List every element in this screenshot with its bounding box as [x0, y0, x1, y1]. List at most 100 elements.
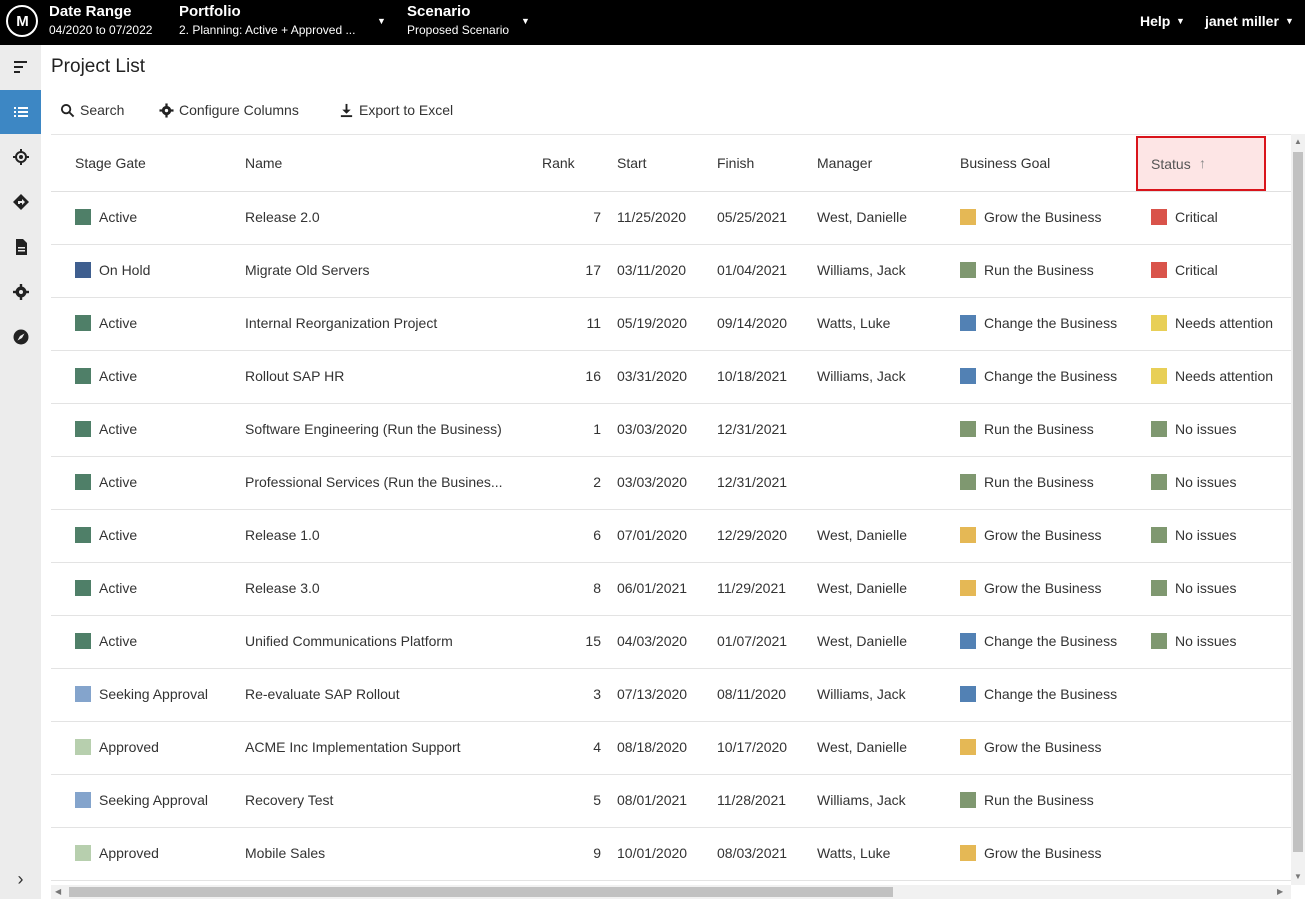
scroll-down-icon[interactable]: ▼ — [1294, 872, 1302, 881]
target-icon[interactable] — [0, 135, 41, 179]
roadmap-icon[interactable] — [0, 180, 41, 224]
table-row[interactable]: Active Release 1.0 6 07/01/2020 12/29/2020 We… — [51, 510, 1291, 563]
business-goal-swatch — [960, 315, 976, 331]
table-row[interactable]: Approved ACME Inc Implementation Support 4… — [51, 722, 1291, 775]
column-header-start[interactable]: Start — [617, 155, 647, 171]
finish-cell: 11/29/2021 — [717, 580, 787, 596]
column-header-business-goal[interactable]: Business Goal — [960, 155, 1050, 171]
column-header-finish[interactable]: Finish — [717, 155, 754, 171]
manager-cell: West, Danielle — [817, 527, 908, 543]
table-row[interactable]: Seeking Approval Recovery Test 5 08/01/2021… — [51, 775, 1291, 828]
help-chevron-down-icon[interactable]: ▼ — [1176, 16, 1185, 26]
compass-icon[interactable] — [0, 315, 41, 359]
table-row[interactable]: Active Rollout SAP HR 16 03/31/2020 10/18/20… — [51, 351, 1291, 404]
name-cell: Internal Reorganization Project — [245, 315, 438, 331]
business-goal-swatch — [960, 421, 976, 437]
horizontal-scrollbar-thumb[interactable] — [69, 887, 893, 897]
scenario-selector[interactable]: Scenario Proposed Scenario — [407, 3, 509, 39]
stage-gate-cell: Seeking Approval — [99, 792, 208, 808]
scroll-left-icon[interactable]: ◀ — [55, 887, 61, 896]
business-goal-cell: Grow the Business — [984, 527, 1102, 543]
status-cell: No issues — [1175, 474, 1237, 490]
status-swatch — [1151, 315, 1167, 331]
business-goal-cell: Run the Business — [984, 792, 1094, 808]
menu-collapse-icon[interactable] — [0, 45, 41, 89]
portfolio-chevron-down-icon[interactable]: ▼ — [377, 16, 386, 26]
status-swatch — [1151, 262, 1167, 278]
name-cell: Software Engineering (Run the Business) — [245, 421, 502, 437]
export-to-excel-button[interactable]: Export to Excel — [339, 102, 453, 118]
search-button[interactable]: Search — [60, 102, 124, 118]
manager-cell: Williams, Jack — [817, 368, 906, 384]
vertical-scrollbar[interactable]: ▲ ▼ — [1291, 134, 1305, 885]
scroll-right-icon[interactable]: ▶ — [1277, 887, 1283, 896]
name-cell: Release 3.0 — [245, 580, 320, 596]
column-header-name[interactable]: Name — [245, 155, 282, 171]
finish-cell: 12/29/2020 — [717, 527, 788, 543]
status-swatch — [1151, 368, 1167, 384]
finish-cell: 10/17/2020 — [717, 739, 788, 755]
name-cell: Mobile Sales — [245, 845, 326, 861]
table-row[interactable]: Approved Mobile Sales 9 10/01/2020 08/03/202… — [51, 828, 1291, 881]
business-goal-cell: Run the Business — [984, 262, 1094, 278]
status-cell: No issues — [1175, 527, 1237, 543]
expand-sidebar-icon[interactable]: › — [0, 857, 41, 901]
table-row[interactable]: Active Professional Services (Run the Bus… — [51, 457, 1291, 510]
finish-cell: 08/03/2021 — [717, 845, 788, 861]
stage-gate-swatch — [75, 580, 91, 596]
manager-cell: West, Danielle — [817, 633, 908, 649]
configure-columns-button[interactable]: Configure Columns — [159, 102, 299, 118]
app-logo[interactable]: M — [6, 5, 38, 37]
scroll-up-icon[interactable]: ▲ — [1294, 137, 1302, 146]
date-range-value: 04/2020 to 07/2022 — [49, 23, 153, 37]
table-row[interactable]: Active Software Engineering (Run the Busi… — [51, 404, 1291, 457]
column-header-rank[interactable]: Rank — [542, 155, 575, 171]
status-cell: No issues — [1175, 633, 1237, 649]
stage-gate-cell: On Hold — [99, 262, 151, 278]
user-menu[interactable]: janet miller — [1205, 13, 1279, 29]
stage-gate-swatch — [75, 474, 91, 490]
table-row[interactable]: Active Release 3.0 8 06/01/2021 11/29/2021 We… — [51, 563, 1291, 616]
name-cell: Professional Services (Run the Busines..… — [245, 474, 503, 490]
list-icon[interactable] — [0, 90, 41, 134]
start-cell: 04/03/2020 — [617, 633, 688, 649]
business-goal-cell: Change the Business — [984, 315, 1118, 331]
top-bar: M Date Range 04/2020 to 07/2022 Portfoli… — [0, 0, 1305, 45]
portfolio-selector[interactable]: Portfolio 2. Planning: Active + Approved… — [179, 3, 371, 39]
vertical-scrollbar-thumb[interactable] — [1293, 152, 1303, 852]
date-range-title: Date Range — [49, 3, 132, 20]
rank-cell: 7 — [593, 209, 601, 225]
user-chevron-down-icon[interactable]: ▼ — [1285, 16, 1294, 26]
gear-icon — [159, 102, 174, 118]
stage-gate-cell: Active — [99, 580, 138, 596]
stage-gate-swatch — [75, 315, 91, 331]
status-cell: No issues — [1175, 580, 1237, 596]
table-row[interactable]: Active Unified Communications Platform 15 0… — [51, 616, 1291, 669]
stage-gate-swatch — [75, 792, 91, 808]
table-row[interactable]: Active Release 2.0 7 11/25/2020 05/25/2021 We… — [51, 192, 1291, 245]
finish-cell: 12/31/2021 — [717, 474, 788, 490]
stage-gate-swatch — [75, 421, 91, 437]
name-cell: Recovery Test — [245, 792, 334, 808]
status-cell: Needs attention — [1175, 368, 1274, 384]
table-row[interactable]: Seeking Approval Re-evaluate SAP Rollout 3… — [51, 669, 1291, 722]
column-header-manager[interactable]: Manager — [817, 155, 872, 171]
column-header-status-label: Status — [1151, 156, 1191, 172]
horizontal-scrollbar[interactable]: ◀ ▶ — [51, 885, 1291, 899]
date-range-selector[interactable]: Date Range 04/2020 to 07/2022 — [49, 3, 152, 39]
business-goal-swatch — [960, 474, 976, 490]
table-row[interactable]: Active Internal Reorganization Project 11 0… — [51, 298, 1291, 351]
project-grid: Stage Gate Name Rank Start Finish Manage… — [51, 134, 1291, 885]
gear-icon[interactable] — [0, 270, 41, 314]
column-header-status[interactable]: Status ↑ — [1136, 136, 1266, 191]
help-menu[interactable]: Help — [1140, 13, 1170, 29]
column-header-stage-gate[interactable]: Stage Gate — [75, 155, 146, 171]
status-swatch — [1151, 580, 1167, 596]
scenario-chevron-down-icon[interactable]: ▼ — [521, 16, 530, 26]
document-icon[interactable] — [0, 225, 41, 269]
grid-header: Stage Gate Name Rank Start Finish Manage… — [51, 135, 1291, 192]
start-cell: 11/25/2020 — [617, 209, 687, 225]
name-cell: Migrate Old Servers — [245, 262, 370, 278]
table-row[interactable]: On Hold Migrate Old Servers 17 03/11/2020 01… — [51, 245, 1291, 298]
finish-cell: 11/28/2021 — [717, 792, 787, 808]
